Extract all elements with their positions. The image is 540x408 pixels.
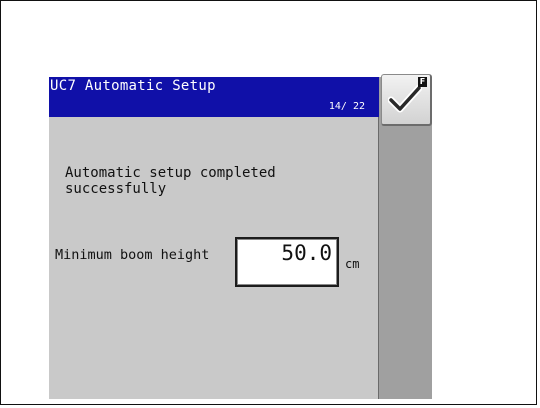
boom-height-value: 50.0 (281, 241, 332, 265)
function-badge: F (418, 77, 427, 87)
field-label: Minimum boom height (55, 247, 210, 263)
status-message: Automatic setup completed successfully (65, 165, 276, 197)
page-indicator: 14/ 22 (328, 101, 365, 112)
device-frame: UC7 Automatic Setup 14/ 22 Automatic set… (0, 0, 537, 405)
terminal-screen: UC7 Automatic Setup 14/ 22 Automatic set… (49, 74, 432, 399)
window-title: UC7 Automatic Setup (50, 78, 216, 94)
content-panel: UC7 Automatic Setup 14/ 22 Automatic set… (49, 77, 379, 399)
unit-label: cm (345, 257, 360, 271)
confirm-softkey[interactable]: F (381, 74, 432, 126)
boom-height-input[interactable]: 50.0 (235, 237, 339, 287)
title-bar: UC7 Automatic Setup 14/ 22 (49, 77, 379, 117)
checkmark-icon (388, 84, 422, 113)
